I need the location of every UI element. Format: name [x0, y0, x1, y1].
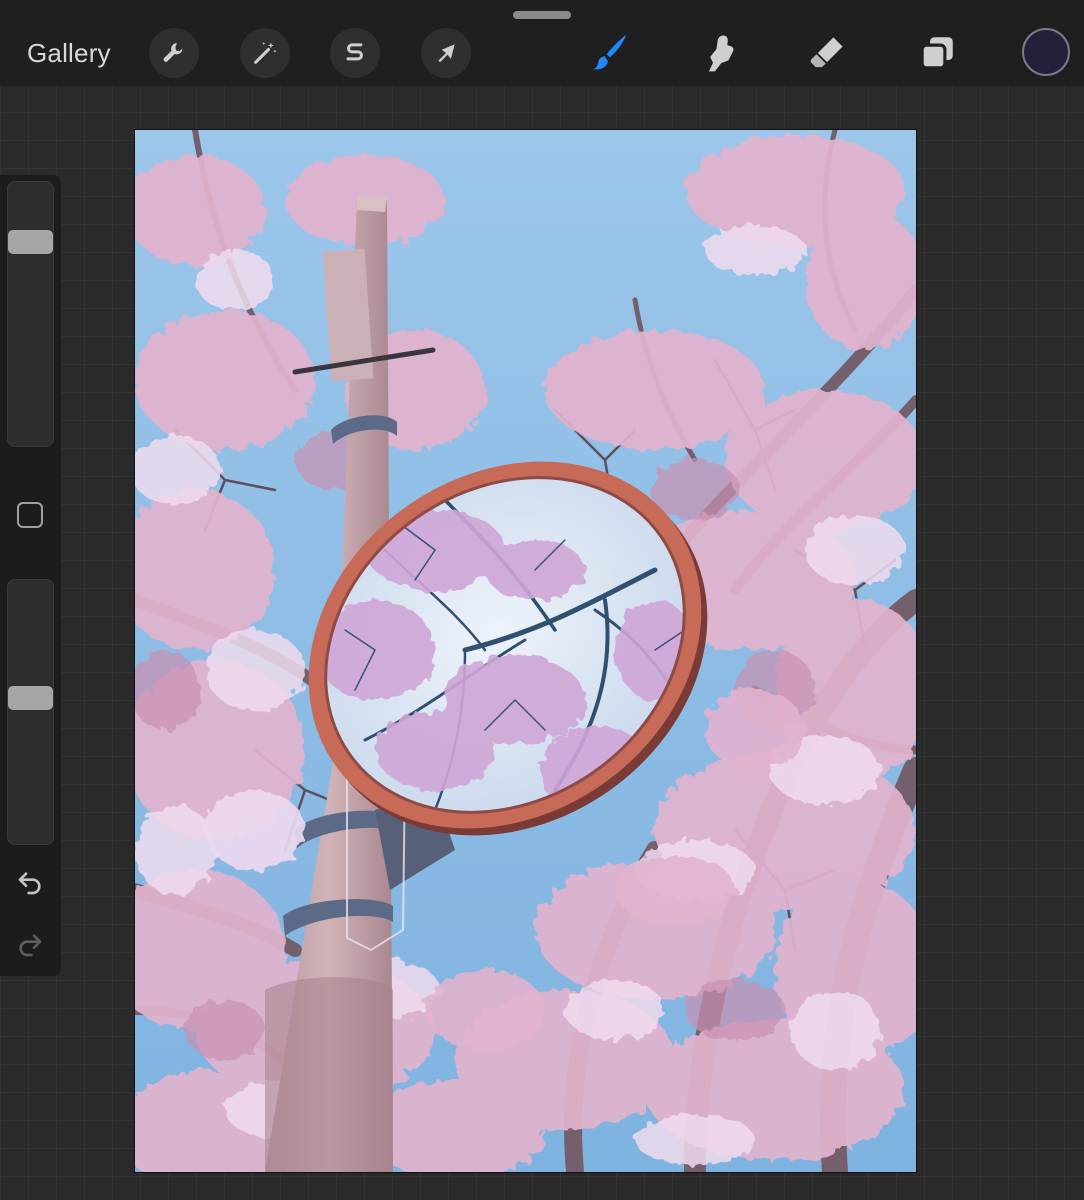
brush-size-slider[interactable] — [7, 181, 54, 447]
selection-s-icon — [346, 43, 363, 61]
window-grabber[interactable] — [513, 11, 571, 19]
opacity-slider[interactable] — [7, 579, 54, 845]
wrench-icon — [163, 43, 183, 62]
smudge-tool-button[interactable] — [692, 26, 746, 80]
gallery-button[interactable]: Gallery — [27, 38, 111, 69]
arrow-cursor-icon — [438, 44, 455, 63]
brush-tool-button[interactable] — [582, 26, 636, 80]
top-toolbar: Gallery — [0, 0, 1084, 86]
brush-icon — [593, 34, 627, 70]
modify-square-icon[interactable] — [17, 502, 43, 528]
undo-icon[interactable] — [14, 867, 46, 899]
drawing-canvas[interactable] — [134, 129, 917, 1173]
opacity-thumb[interactable] — [8, 686, 53, 710]
transform-button[interactable] — [421, 28, 471, 78]
color-picker-button[interactable] — [1022, 28, 1070, 76]
redo-icon[interactable] — [14, 929, 46, 961]
actions-button[interactable] — [149, 28, 199, 78]
brush-size-thumb[interactable] — [8, 230, 53, 254]
layers-button[interactable] — [910, 26, 964, 80]
sidebar — [0, 175, 61, 976]
adjustments-button[interactable] — [240, 28, 290, 78]
layers-icon — [920, 37, 953, 70]
magic-wand-icon — [254, 41, 277, 64]
eraser-icon — [810, 37, 843, 68]
smudge-finger-icon — [708, 35, 734, 72]
eraser-tool-button[interactable] — [800, 26, 854, 80]
artwork-painting — [135, 130, 916, 1172]
selection-button[interactable] — [330, 28, 380, 78]
